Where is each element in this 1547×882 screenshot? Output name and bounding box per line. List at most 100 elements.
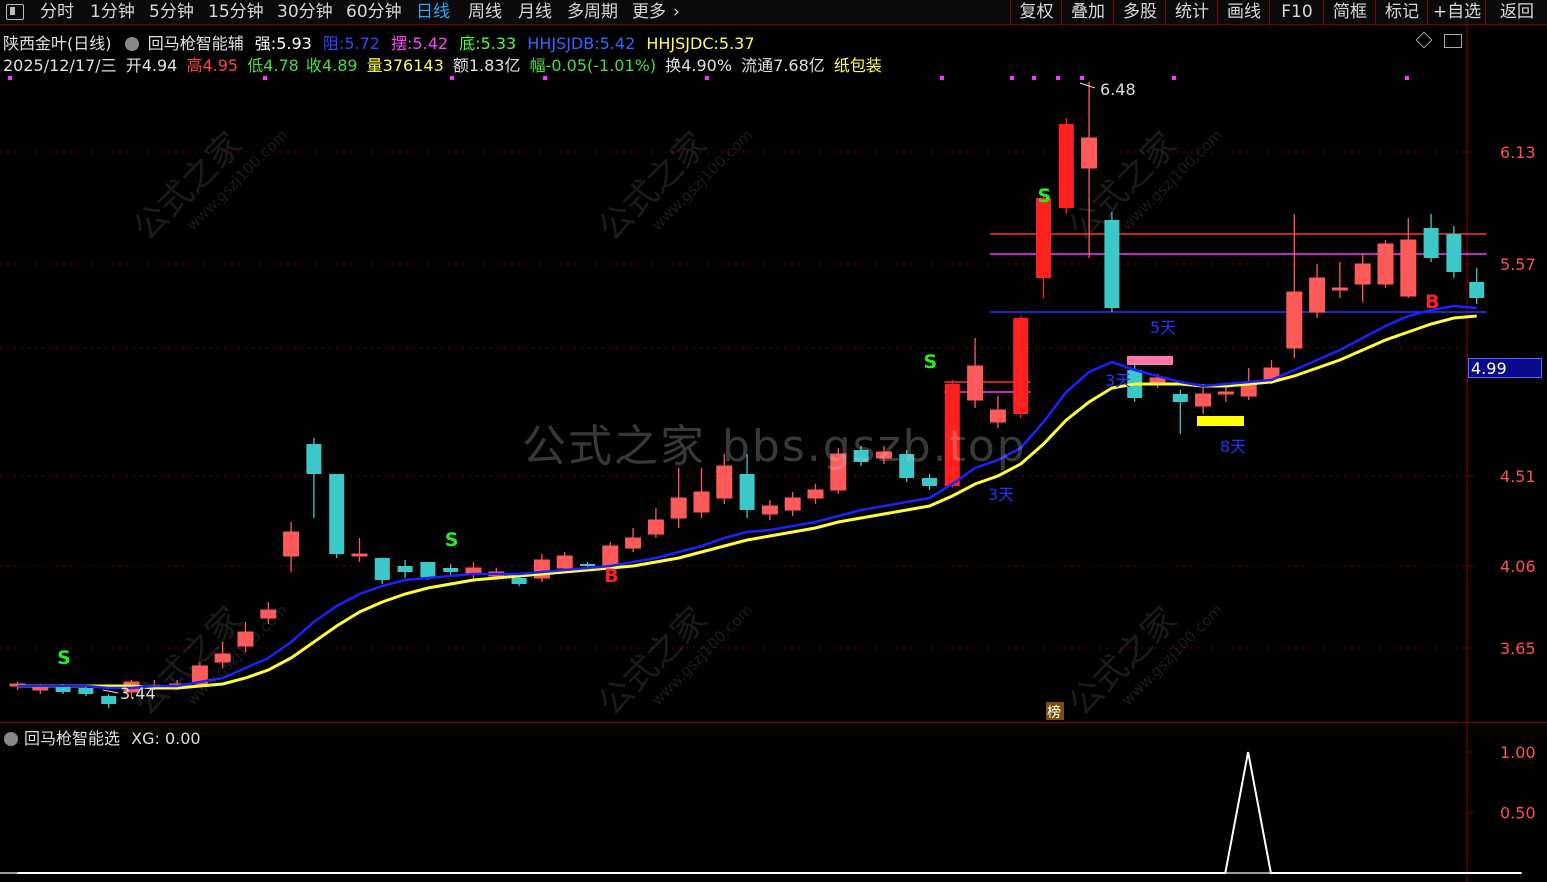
days-label: 3天 <box>988 485 1014 504</box>
candle-body <box>807 489 824 499</box>
tab-5min[interactable]: 5分钟 <box>149 0 194 24</box>
candle-body <box>329 474 345 554</box>
candle-body <box>1036 198 1051 278</box>
candle-body <box>1309 277 1326 313</box>
candle-body <box>78 688 94 694</box>
days-label: 3天 <box>1105 371 1131 390</box>
sell-signal: S <box>445 529 459 551</box>
btn-back[interactable]: 返回 <box>1485 0 1547 24</box>
highlight-bar <box>1127 356 1173 365</box>
xg-line <box>17 751 1522 874</box>
candle-body <box>101 696 117 704</box>
candle-body <box>761 505 778 515</box>
candle-body <box>1446 234 1462 272</box>
watermark-center: 公式之家 bbs.gszb.top <box>522 421 1027 472</box>
btn-f10[interactable]: F10 <box>1269 0 1324 24</box>
price-axis-label: 4.51 <box>1500 467 1536 486</box>
btn-biaoji[interactable]: 标记 <box>1375 0 1428 24</box>
btn-add-watchlist[interactable]: +自选 <box>1427 0 1486 24</box>
signal-dot <box>940 76 944 80</box>
candle-body <box>580 564 595 566</box>
candle-body <box>556 555 573 569</box>
tab-30min[interactable]: 30分钟 <box>277 0 333 24</box>
signal-dot <box>263 76 267 80</box>
price-axis-label: 6.13 <box>1500 143 1536 162</box>
candle-body <box>784 497 801 511</box>
days-label: 8天 <box>1220 437 1246 456</box>
candle-body <box>922 478 937 486</box>
signal-dot <box>1172 76 1176 80</box>
candle-body <box>511 578 527 584</box>
candle-body <box>1058 124 1074 208</box>
candle-body <box>443 568 459 572</box>
candle-body <box>625 537 642 549</box>
candle-body <box>420 562 436 578</box>
indicator-axis-label: 0.50 <box>1500 804 1536 823</box>
indicator-axis-label: 1.00 <box>1500 743 1536 762</box>
btn-tongji[interactable]: 统计 <box>1165 0 1218 24</box>
candle-body <box>670 497 687 519</box>
candle-body <box>1400 239 1417 297</box>
candle-body <box>693 491 710 513</box>
tab-more[interactable]: 更多 <box>632 0 666 24</box>
current-price-tag: 4.99 <box>1468 358 1542 378</box>
signal-dot <box>1405 76 1409 80</box>
high-marker-arrow <box>1079 82 1096 89</box>
candle-body <box>1013 318 1029 414</box>
signal-dot <box>1032 76 1036 80</box>
candle-body <box>1469 282 1485 298</box>
more-chevron-icon[interactable]: › <box>673 0 680 24</box>
indicator-chart[interactable]: 1.00 0.50 <box>0 723 1547 882</box>
badge-text: 榜 <box>1047 704 1061 721</box>
high-price-marker: 6.48 <box>1100 80 1136 99</box>
tab-1min[interactable]: 1分钟 <box>90 0 135 24</box>
candle-body <box>1217 391 1234 395</box>
tab-15min[interactable]: 15分钟 <box>208 0 264 24</box>
candle-body <box>374 558 390 580</box>
candle-body <box>1195 393 1212 407</box>
btn-duogu[interactable]: 多股 <box>1113 0 1166 24</box>
days-label: 5天 <box>1150 318 1176 337</box>
tab-weekly[interactable]: 周线 <box>468 0 502 24</box>
candle-body <box>967 365 984 401</box>
candle-body <box>397 566 413 572</box>
candle-body <box>1286 291 1303 349</box>
btn-diejia[interactable]: 叠加 <box>1061 0 1114 24</box>
price-axis-label: 5.57 <box>1500 255 1536 274</box>
signal-dot <box>1080 76 1084 80</box>
sell-signal: S <box>924 351 938 373</box>
signal-dot <box>450 76 454 80</box>
period-toolbar: 分时 1分钟 5分钟 15分钟 30分钟 60分钟 日线 周线 月线 多周期 更… <box>0 0 1547 25</box>
btn-jiankuang[interactable]: 简框 <box>1323 0 1376 24</box>
tab-multi-period[interactable]: 多周期 <box>567 0 618 24</box>
sell-signal: S <box>1038 185 1052 207</box>
signal-dot <box>8 76 12 80</box>
low-marker-arrow <box>102 689 119 694</box>
tab-daily[interactable]: 日线 <box>416 0 450 24</box>
tab-60min[interactable]: 60分钟 <box>346 0 402 24</box>
signal-dot <box>1010 76 1014 80</box>
candle-body <box>306 444 322 474</box>
highlight-bar <box>1197 416 1244 426</box>
tab-fenshi[interactable]: 分时 <box>40 0 74 24</box>
candle-body <box>647 519 664 535</box>
candle-body <box>1331 287 1348 291</box>
candle-body <box>1423 228 1439 258</box>
sell-signal: S <box>57 647 71 669</box>
candle-body <box>1172 394 1188 402</box>
btn-fuquan[interactable]: 复权 <box>1010 0 1062 24</box>
menu-icon[interactable] <box>6 4 24 20</box>
btn-huaxian[interactable]: 画线 <box>1217 0 1270 24</box>
candle-body <box>351 553 368 557</box>
candle-body <box>1354 263 1371 285</box>
price-axis-label: 4.06 <box>1500 557 1536 576</box>
buy-signal: B <box>604 565 618 587</box>
price-axis-label: 3.65 <box>1500 639 1536 658</box>
candle-body <box>1081 137 1098 169</box>
signal-dot <box>1056 76 1060 80</box>
candle-body <box>1377 243 1394 285</box>
candle-body <box>283 531 300 557</box>
buy-signal: B <box>1425 291 1439 313</box>
signal-dot <box>705 76 709 80</box>
tab-monthly[interactable]: 月线 <box>518 0 552 24</box>
